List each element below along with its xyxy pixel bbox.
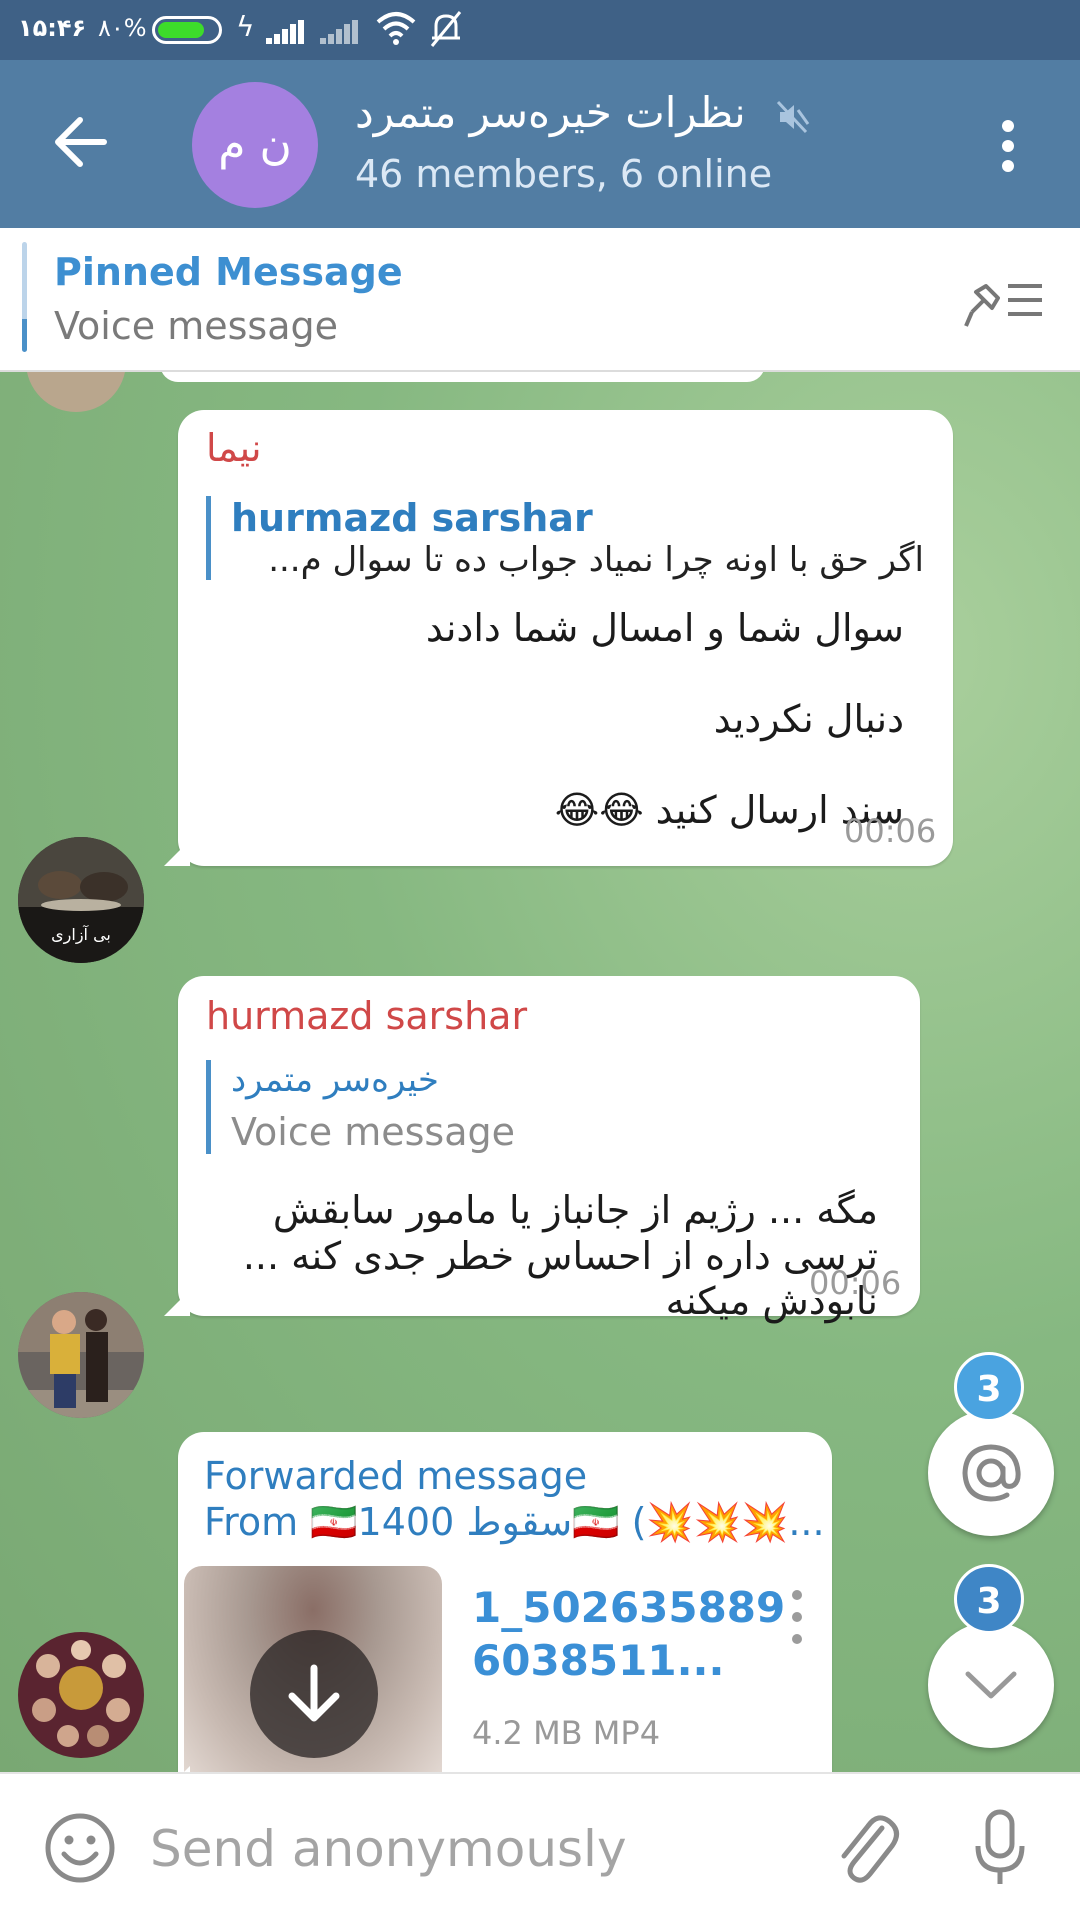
file-name-line1: 1_502635889 [472,1583,786,1632]
video-thumbnail[interactable] [184,1566,442,1772]
message-time: 00:06 [809,1264,902,1302]
previous-message-bubble[interactable] [160,372,765,382]
wifi-icon [376,12,416,45]
reply-text: Voice message [231,1110,515,1154]
chat-header: ن م نظرات خیره‌سر متمرد 46 members, 6 on… [0,60,1080,228]
back-arrow-icon[interactable] [52,112,112,172]
message-list[interactable]: نیما hurmazd sarshar اگر حق با اونه چرا … [0,372,1080,1772]
status-bar: ۱۵:۴۶ ۸۰% ϟ [0,0,1080,60]
battery-percent: ۸۰% [98,14,147,42]
avatar-image [18,837,144,963]
pinned-text: Voice message [54,304,338,348]
pinned-message-bar[interactable]: Pinned Message Voice message [0,228,1080,372]
mic-icon[interactable] [970,1808,1030,1888]
avatar-image [18,1292,144,1418]
message-time: 00:06 [844,812,937,850]
message-bubble[interactable]: نیما hurmazd sarshar اگر حق با اونه چرا … [178,410,953,866]
status-time: ۱۵:۴۶ [18,14,87,42]
attach-icon[interactable] [830,1808,902,1888]
signal-icon [266,20,306,44]
message-input[interactable] [150,1814,800,1884]
notifications-off-icon [430,11,462,47]
forward-label: Forwarded message [204,1454,588,1498]
forward-source[interactable]: From 🇮🇷1400 سقوط🇮🇷 (💥💥💥... [204,1500,825,1545]
more-vert-icon[interactable] [988,116,1028,176]
mention-icon [962,1444,1021,1502]
message-bubble[interactable]: hurmazd sarshar خیره‌سر متمرد Voice mess… [178,976,920,1323]
group-avatar[interactable]: ن م [192,82,318,208]
message-sender[interactable]: hurmazd sarshar [206,994,527,1038]
pinned-indicator [22,242,27,352]
avatar[interactable] [26,372,126,412]
battery-fill [158,22,204,38]
avatar-label: بی آزاری [51,925,111,944]
chat-title[interactable]: نظرات خیره‌سر متمرد [355,88,815,137]
avatar[interactable] [18,1632,144,1758]
scroll-down-button[interactable] [928,1622,1054,1748]
member-count: 46 members, 6 online [355,152,773,196]
mute-icon [776,100,810,134]
forward-header[interactable]: Forwarded message From 🇮🇷1400 سقوط🇮🇷 (💥💥… [204,1454,825,1545]
chevron-down-icon [965,1671,1017,1699]
avatar[interactable]: بی آزاری [18,837,144,963]
avatar-image [18,1632,144,1758]
file-name[interactable]: 1_502635889 6038511... [472,1582,785,1687]
avatar[interactable] [18,1292,144,1418]
forwarded-message-bubble[interactable]: Forwarded message From 🇮🇷1400 سقوط🇮🇷 (💥💥… [178,1432,832,1772]
pin-list-icon[interactable] [962,268,1046,332]
message-input-bar [0,1772,1080,1920]
reply-quote[interactable]: خیره‌سر متمرد Voice message [206,1060,886,1154]
battery-icon [152,16,222,44]
unread-count-badge: 3 [954,1564,1024,1634]
message-text: سوال شما و امسال شما دادند دنبال نکردید … [425,606,904,833]
file-name-line2: 6038511... [472,1635,725,1685]
signal-2-icon [320,20,360,44]
message-sender[interactable]: نیما [206,426,262,470]
reply-author: hurmazd sarshar [231,496,593,540]
charging-icon: ϟ [236,10,255,43]
reply-author: خیره‌سر متمرد [231,1060,439,1100]
download-button[interactable] [250,1630,378,1758]
file-menu-icon[interactable] [788,1590,808,1644]
message-text: مگه ... رژیم از جانباز یا مامور سابقش تر… [242,1188,878,1324]
pinned-title: Pinned Message [54,250,403,294]
emoji-icon[interactable] [44,1812,116,1884]
reply-text: اگر حق با اونه چرا نمیاد جواب ده تا سوال… [268,540,924,580]
download-icon [288,1664,340,1722]
reply-quote[interactable]: hurmazd sarshar اگر حق با اونه چرا نمیاد… [206,496,924,580]
mentions-button[interactable] [928,1410,1054,1536]
file-meta: 4.2 MB MP4 [472,1714,661,1752]
mentions-count-badge: 3 [954,1352,1024,1422]
